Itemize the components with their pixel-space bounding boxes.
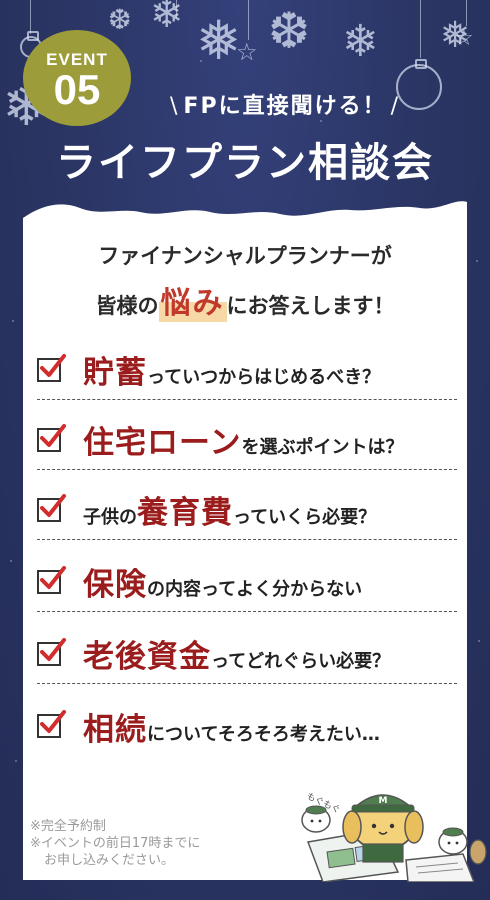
snowflake-icon: ❄ bbox=[342, 16, 379, 67]
event-banner: ❄ ❄ ❅ ❆ ❄ ❅ ❆ ☆ ☆ EVENT 05 \ FPに直接聞ける！ / ラ… bbox=[0, 0, 490, 900]
hat-mark: M bbox=[379, 796, 388, 806]
checkbox-checked-icon bbox=[37, 353, 66, 382]
note-reservation: ※完全予約制 bbox=[30, 819, 106, 834]
item-text: 子供の養育費っていくら必要？ bbox=[83, 487, 376, 532]
ornament-string bbox=[248, 0, 249, 40]
list-item: 住宅ローンを選ぶポイントは？ bbox=[37, 410, 457, 470]
lead-line-1: ファイナンシャルプランナーが bbox=[98, 244, 392, 268]
item-text: 保険の内容ってよく分からない bbox=[83, 559, 362, 604]
snowflake-icon: ❆ bbox=[108, 3, 132, 36]
event-badge: EVENT 05 bbox=[23, 30, 131, 126]
list-item: 貯蓄っていつからはじめるべき？ bbox=[37, 340, 457, 400]
list-item: 子供の養育費っていくら必要？ bbox=[37, 480, 457, 540]
item-rest: を選ぶポイントは？ bbox=[241, 437, 404, 458]
slash-decoration: / bbox=[390, 94, 400, 119]
item-rest: ってどれぐらい必要？ bbox=[211, 651, 391, 672]
item-keyword: 相続 bbox=[83, 711, 147, 748]
list-item: 相続についてそろそろ考えたい… bbox=[37, 696, 457, 756]
lead-text: 皆様の bbox=[95, 294, 159, 318]
snowflake-icon: ❄ bbox=[150, 0, 184, 37]
item-rest: っていつからはじめるべき？ bbox=[147, 367, 381, 388]
list-item: 老後資金ってどれぐらい必要？ bbox=[37, 624, 457, 684]
item-keyword: 養育費 bbox=[137, 495, 233, 531]
lead-highlight: 悩み bbox=[158, 278, 227, 322]
ornament-string bbox=[420, 0, 421, 58]
event-badge-number: 05 bbox=[53, 66, 101, 113]
item-text: 貯蓄っていつからはじめるべき？ bbox=[83, 347, 380, 392]
note-deadline: ※イベントの前日17時までに bbox=[30, 836, 201, 851]
checkbox-checked-icon bbox=[37, 637, 66, 666]
ornament-string bbox=[466, 0, 467, 26]
item-keyword: 貯蓄 bbox=[83, 355, 147, 391]
item-rest: の内容ってよく分からない bbox=[147, 579, 363, 600]
checkbox-checked-icon bbox=[37, 423, 66, 452]
speckle bbox=[320, 120, 322, 122]
slash-decoration: \ bbox=[170, 94, 180, 119]
item-text: 老後資金ってどれぐらい必要？ bbox=[83, 631, 390, 676]
checkbox-checked-icon bbox=[37, 710, 66, 738]
mascot-illustration: M もぐもぐ bbox=[301, 791, 487, 882]
ornament-string bbox=[176, 0, 177, 18]
snowflake-icon: ❅ bbox=[196, 9, 242, 72]
lead-text: にお答えします！ bbox=[226, 294, 395, 318]
item-keyword: 老後資金 bbox=[83, 639, 211, 675]
ornament-string bbox=[30, 0, 31, 34]
snowflake-icon: ❆ bbox=[268, 2, 310, 60]
item-keyword: 保険 bbox=[83, 567, 147, 603]
note-deadline-cont: お申し込みください。 bbox=[44, 853, 175, 868]
subtitle: \ FPに直接聞ける！ / bbox=[140, 88, 430, 120]
lead-line-2: 皆様の悩みにお答えします！ bbox=[23, 278, 467, 322]
item-rest: っていくら必要？ bbox=[233, 507, 377, 528]
list-item: 保険の内容ってよく分からない bbox=[37, 552, 457, 612]
item-text: 相続についてそろそろ考えたい… bbox=[83, 704, 380, 749]
item-pre: 子供の bbox=[83, 507, 137, 528]
star-icon: ☆ bbox=[236, 38, 258, 66]
star-icon: ☆ bbox=[454, 26, 474, 51]
checkbox-checked-icon bbox=[37, 493, 66, 522]
subtitle-text: FPに直接聞ける！ bbox=[183, 94, 387, 119]
item-rest: についてそろそろ考えたい… bbox=[147, 723, 380, 745]
footnotes: ※完全予約制 ※イベントの前日17時までに お申し込みください。 bbox=[30, 818, 200, 869]
checkbox-checked-icon bbox=[37, 565, 66, 594]
item-keyword: 住宅ローン bbox=[83, 425, 242, 461]
item-text: 住宅ローンを選ぶポイントは？ bbox=[83, 417, 403, 462]
